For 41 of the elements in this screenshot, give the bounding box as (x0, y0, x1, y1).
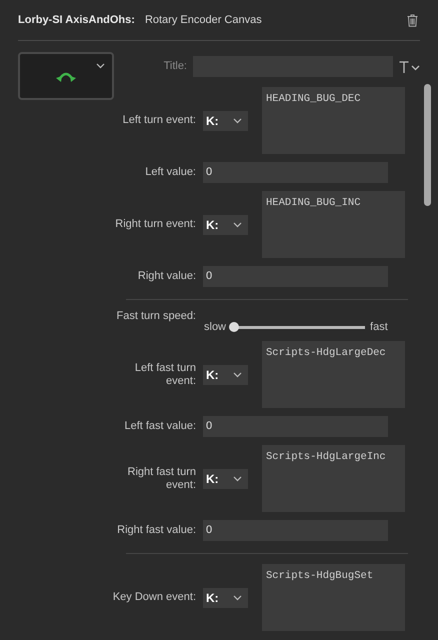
value-field[interactable]: 0 (203, 266, 388, 287)
field-label: Key Down event: (112, 591, 196, 604)
event-textarea[interactable]: Scripts-HdgLargeInc (262, 445, 405, 512)
field-label: Left fast value: (124, 420, 196, 433)
plugin-name: Lorby-SI AxisAndOhs: (18, 12, 135, 28)
slider-min-label: slow (204, 320, 226, 335)
field-label: Fast turn speed: (116, 310, 196, 323)
event-type-dropdown[interactable]: K: (203, 110, 248, 130)
text-format-icon[interactable] (399, 60, 422, 72)
event-textarea[interactable]: Scripts-HdgLargeDec (262, 341, 405, 408)
field-label: Right fast turn event: (126, 466, 196, 492)
field-label: Right turn event: (115, 218, 196, 231)
value-field[interactable]: 0 (203, 162, 388, 183)
event-textarea[interactable]: Scripts-HdgBugSet (262, 564, 405, 631)
chevron-down-icon (233, 594, 242, 600)
event-type-dropdown[interactable]: K: (203, 364, 248, 384)
action-name: Rotary Encoder Canvas (144, 12, 262, 28)
event-type-dropdown[interactable]: K: (203, 588, 248, 608)
field-label: Right fast value: (117, 524, 196, 537)
field-label: Left value: (145, 166, 196, 179)
field-label: Left fast turn event: (134, 362, 196, 388)
chevron-down-icon (233, 372, 242, 378)
slider-max-label: fast (370, 320, 388, 335)
field-label: Right value: (138, 270, 196, 283)
field-label: Left turn event: (122, 114, 196, 127)
rotate-arrow-icon (56, 70, 76, 82)
trash-icon[interactable] (407, 14, 418, 26)
chevron-down-icon (233, 222, 242, 228)
chevron-down-icon (233, 476, 242, 482)
event-type-dropdown[interactable]: K: (203, 468, 248, 488)
event-type-dropdown[interactable]: K: (203, 214, 248, 234)
value-field[interactable]: 0 (203, 416, 388, 437)
chevron-down-icon (96, 63, 105, 69)
scrollbar-thumb[interactable] (424, 84, 430, 206)
chevron-down-icon (233, 118, 242, 124)
title-label: Title: (164, 59, 187, 74)
slider-thumb[interactable] (229, 322, 240, 332)
speed-slider[interactable] (229, 322, 366, 332)
value-field[interactable]: 0 (203, 520, 388, 541)
event-textarea[interactable]: HEADING_BUG_INC (262, 191, 405, 258)
event-textarea[interactable]: HEADING_BUG_DEC (262, 87, 405, 154)
